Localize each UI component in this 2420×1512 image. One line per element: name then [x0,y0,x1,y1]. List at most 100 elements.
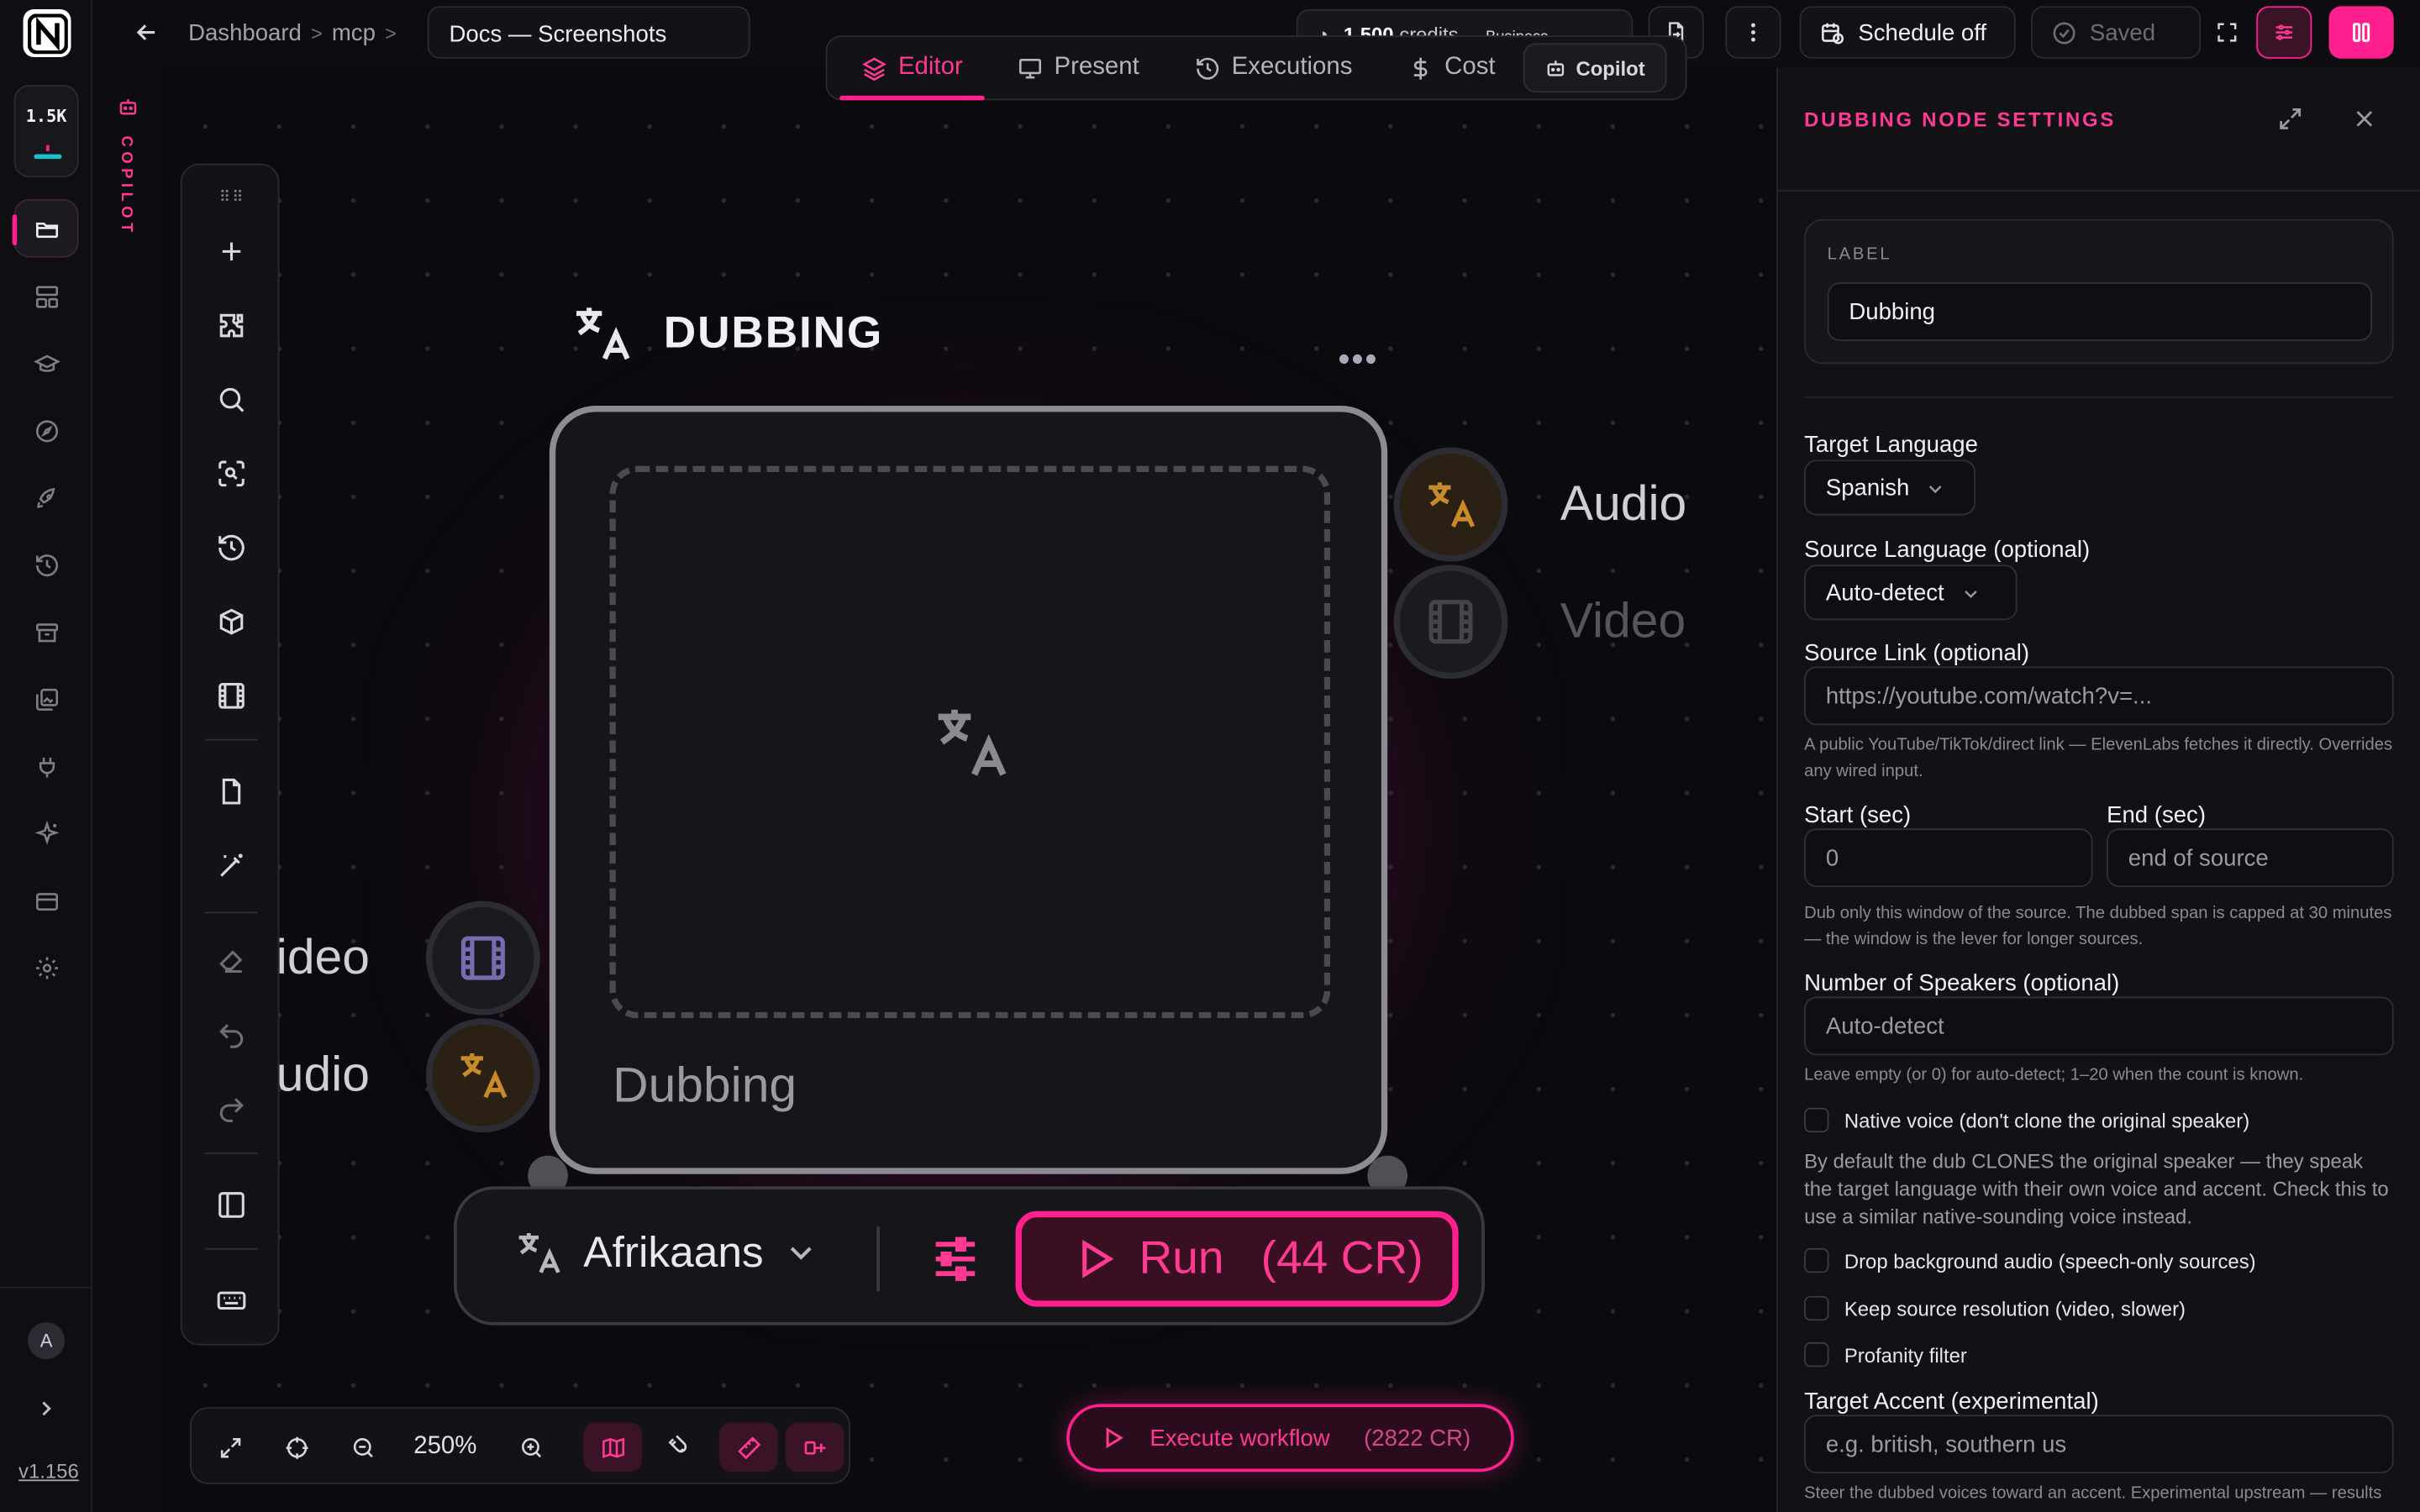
fullscreen-icon [2217,23,2237,42]
maximize-icon[interactable] [2276,105,2304,133]
node-title[interactable]: DUBBING [568,299,883,367]
rail-item-projects[interactable] [12,198,79,258]
source-language-label: Source Language (optional) [1804,537,2091,564]
note-button[interactable] [213,773,250,810]
run-node-button[interactable]: Run (44 CR) [1015,1210,1459,1307]
app-logo[interactable] [23,9,71,57]
rail-item-learn[interactable] [14,335,79,394]
drag-handle-icon[interactable]: ⠿⠿ [219,190,245,207]
toolbox-divider [205,911,258,914]
undo-icon [219,1024,244,1048]
node-more-icon[interactable]: ••• [1338,339,1378,380]
keep-resolution-row[interactable]: Keep source resolution (video, slower) [1804,1295,2186,1321]
input-handle-audio[interactable] [425,1018,540,1133]
tab-executions[interactable]: Executions [1195,37,1352,98]
rail-item-templates[interactable] [14,267,79,326]
node-options-button[interactable] [926,1230,985,1296]
rail-item-integrations[interactable] [14,738,79,796]
media-drop-zone[interactable] [609,465,1331,1019]
copilot-button-label: Copilot [1576,56,1645,80]
target-language-select[interactable]: Spanish [1804,459,1975,516]
settings-panel-toggle[interactable] [2256,6,2312,59]
bot-icon [119,99,137,115]
profanity-checkbox[interactable] [1804,1341,1829,1368]
close-icon[interactable] [2350,105,2378,133]
drop-background-checkbox[interactable] [1804,1247,1829,1273]
input-handle-video[interactable] [425,900,540,1016]
native-voice-row[interactable]: Native voice (don't clone the original s… [1804,1107,2249,1133]
packages-button[interactable] [213,603,250,640]
rail-item-ai[interactable] [14,804,79,863]
source-link-help: A public YouTube/TikTok/direct link — El… [1804,736,2393,781]
sidebar-toggle-button[interactable] [213,1186,250,1223]
rail-item-settings[interactable] [14,938,79,997]
fullscreen-button[interactable] [2199,6,2254,58]
execute-workflow-button[interactable]: Execute workflow (2822 CR) [1066,1404,1514,1473]
avatar[interactable]: A [28,1322,66,1360]
rail-item-explore[interactable] [14,402,79,460]
redo-button[interactable] [213,1091,250,1128]
zoom-out-button[interactable] [334,1422,392,1472]
fit-view-button[interactable] [201,1422,260,1472]
rail-divider [0,1286,93,1289]
source-link-input[interactable]: https://youtube.com/watch?v=... [1804,666,2394,726]
plugins-button[interactable] [213,307,250,344]
edge-style-toggle[interactable] [785,1422,844,1473]
tab-editor[interactable]: Editor [839,37,984,101]
source-language-select[interactable]: Auto-detect [1804,564,2018,621]
center-view-button[interactable] [267,1422,326,1472]
copilot-button[interactable]: Copilot [1523,43,1667,93]
credits-meter[interactable]: 1.5K [13,85,79,178]
arrow-left-icon[interactable] [133,18,160,46]
breadcrumb-dashboard[interactable]: Dashboard [188,20,302,46]
rail-item-deploy[interactable] [14,469,79,528]
translate-icon [1428,482,1476,528]
version-label[interactable]: v1.156 [18,1460,79,1483]
snap-toggle[interactable] [650,1422,708,1472]
tab-cost[interactable]: Cost [1407,37,1496,98]
undo-button[interactable] [213,1016,250,1053]
zoom-level: 250% [413,1433,477,1460]
more-menu-button[interactable] [1725,6,1781,59]
zoom-in-button[interactable] [502,1422,560,1472]
chevron-right-icon[interactable] [34,1396,58,1420]
ruler-toggle[interactable] [718,1422,778,1473]
schedule-button[interactable]: Schedule off [1799,6,2016,59]
add-node-button[interactable] [213,233,250,270]
dubbing-node[interactable]: Dubbing [549,406,1388,1174]
panel-layout-button[interactable] [2328,6,2394,59]
rail-item-history[interactable] [14,535,79,594]
zoom-in-icon [521,1437,541,1457]
language-select[interactable]: Afrikaans [513,1226,819,1278]
rail-item-media[interactable] [14,669,79,728]
output-handle-video[interactable] [1393,564,1508,680]
eraser-button[interactable] [213,942,250,979]
breadcrumb-mcp[interactable]: mcp [332,20,376,46]
label-input[interactable]: Dubbing [1827,282,2373,341]
scan-button[interactable] [213,455,250,492]
minimap-toggle[interactable] [583,1422,643,1473]
search-button[interactable] [213,381,250,418]
video-tool-button[interactable] [213,677,250,714]
copilot-strip[interactable]: COPILOT [94,67,162,1512]
translate-icon [518,1232,560,1273]
tab-present[interactable]: Present [1017,37,1139,98]
map-icon [602,1436,624,1458]
doc-title-input[interactable]: Docs — Screenshots [427,6,750,59]
workflow-canvas[interactable]: ⠿⠿ DUBBING ••• Dubbing Audio Video ideo … [161,67,1776,1512]
rail-item-billing[interactable] [14,872,79,931]
accent-input[interactable]: e.g. british, southern us [1804,1415,2394,1474]
end-sec-input[interactable]: end of source [2107,828,2394,888]
history-button[interactable] [213,529,250,566]
start-sec-input[interactable]: 0 [1804,828,2093,888]
shortcuts-button[interactable] [213,1282,250,1319]
profanity-row[interactable]: Profanity filter [1804,1341,1967,1368]
keep-resolution-checkbox[interactable] [1804,1295,1829,1321]
speakers-input[interactable]: Auto-detect [1804,996,2394,1056]
rail-item-archive[interactable] [14,603,79,662]
magic-wand-button[interactable] [213,847,250,884]
target-language-value: Spanish [1825,475,1910,501]
output-handle-audio[interactable] [1393,447,1508,562]
native-voice-checkbox[interactable] [1804,1107,1829,1133]
drop-background-row[interactable]: Drop background audio (speech-only sourc… [1804,1247,2256,1273]
